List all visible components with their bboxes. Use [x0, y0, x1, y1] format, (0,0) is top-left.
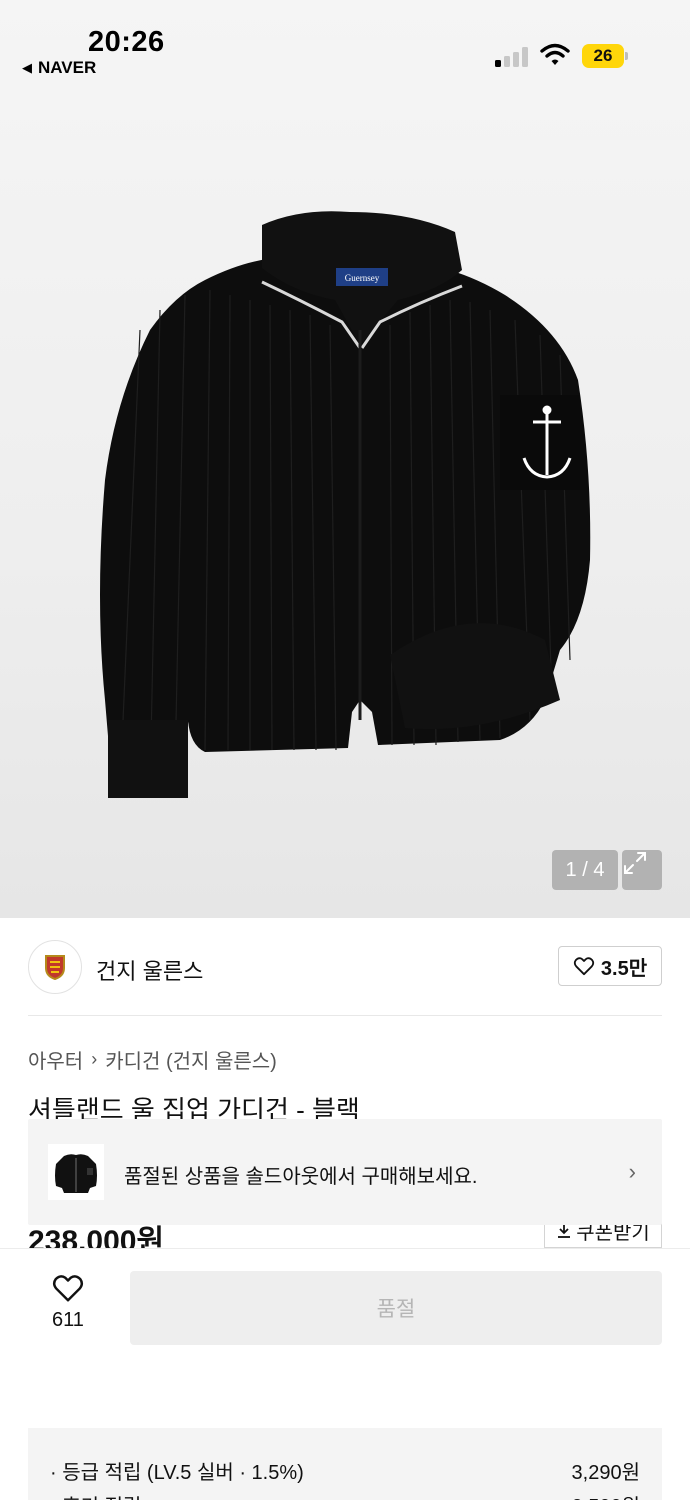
wishlist-button[interactable]: 611 [38, 1273, 98, 1343]
point-value: 3,290원 [571, 1462, 640, 1484]
brand-row: 건지 울른스 3.5만 [28, 938, 662, 996]
soldout-button[interactable]: 품절 [130, 1271, 662, 1345]
point-row: · 후기 적립 2,500원 [50, 1490, 640, 1500]
back-app-label: NAVER [38, 58, 97, 77]
chevron-right-icon: › [628, 1159, 636, 1184]
divider [28, 1015, 662, 1016]
heart-icon [573, 957, 595, 976]
wishlist-count: 611 [52, 1309, 84, 1331]
breadcrumb-category[interactable]: 아우터 [28, 1045, 83, 1074]
points-box: · 등급 적립 (LV.5 실버 · 1.5%) 3,290원 · 후기 적립 … [28, 1428, 662, 1500]
brand-name[interactable]: 건지 울른스 [96, 954, 203, 986]
bottom-action-bar: 611 품절 [0, 1248, 690, 1398]
point-value: 2,500원 [572, 1490, 640, 1500]
point-row: · 등급 적립 (LV.5 실버 · 1.5%) 3,290원 [50, 1456, 640, 1485]
page-indicator: 1 / 4 [552, 850, 618, 890]
soldout-banner[interactable]: 품절된 상품을 솔드아웃에서 구매해보세요. › [28, 1119, 662, 1225]
soldout-banner-text: 품절된 상품을 솔드아웃에서 구매해보세요. [124, 1166, 478, 1188]
point-label: · 후기 적립 [50, 1490, 141, 1500]
cardigan-image: Guernsey [100, 211, 591, 798]
expand-icon [624, 852, 646, 874]
battery-level: 26 [582, 44, 624, 68]
status-time: 20:26 [88, 26, 165, 58]
brand-like-button[interactable]: 3.5만 [558, 946, 662, 986]
heart-icon [52, 1275, 84, 1302]
brand-crest-icon [45, 955, 65, 980]
product-image-gallery[interactable]: Guernsey 1 / 4 [0, 0, 690, 918]
back-triangle-icon: ◀ [22, 60, 32, 75]
back-to-app-link[interactable]: ◀ NAVER [22, 58, 96, 78]
chevron-right-icon: › [91, 1049, 98, 1069]
point-label: · 등급 적립 (LV.5 실버 · 1.5%) [50, 1462, 304, 1484]
brand-like-count: 3.5만 [600, 957, 648, 980]
breadcrumb-subcategory[interactable]: 카디건 (건지 울른스) [105, 1045, 277, 1074]
brand-logo[interactable] [28, 940, 82, 994]
svg-text:Guernsey: Guernsey [345, 273, 380, 283]
expand-button[interactable] [622, 850, 662, 890]
wifi-icon [540, 43, 570, 65]
banner-product-thumbnail [48, 1144, 104, 1200]
status-bar: 20:26 ◀ NAVER 26 [0, 0, 690, 90]
cellular-signal-icon [495, 45, 529, 67]
breadcrumb: 아우터 › 카디건 (건지 울른스) [28, 1045, 277, 1074]
battery-icon: 26 [582, 44, 628, 68]
